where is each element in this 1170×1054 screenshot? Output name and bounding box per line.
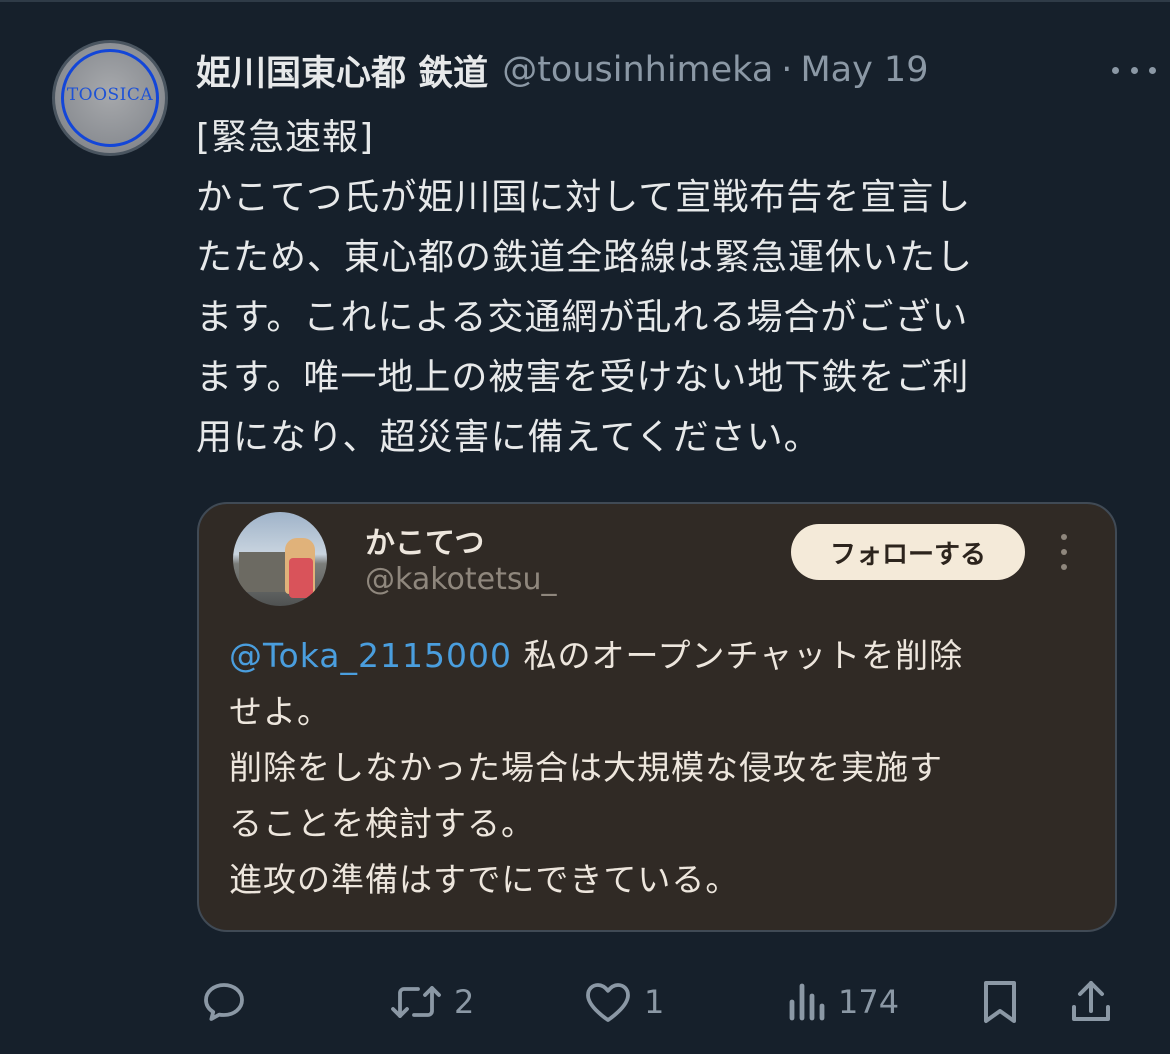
share-icon xyxy=(1072,981,1110,1021)
embedded-post-card[interactable]: かこてつ @kakotetsu_ フォローする @Toka_2115000 私の… xyxy=(197,502,1117,932)
follow-button[interactable]: フォローする xyxy=(791,524,1025,580)
tweet-text-line: ます。これによる交通網が乱れる場合がござい xyxy=(196,297,969,338)
tweet-text-line: [緊急速報] xyxy=(196,117,375,158)
retweet-icon xyxy=(391,986,441,1018)
embed-avatar[interactable] xyxy=(233,512,327,606)
tweet-text-line: かこてつ氏が姫川国に対して宣戦布告を宣言し xyxy=(196,177,972,218)
views-count: 174 xyxy=(838,983,900,1021)
tweet-text-line: たため、東心都の鉄道全路線は緊急運休いたし xyxy=(196,237,974,278)
embed-display-name[interactable]: かこてつ xyxy=(365,518,484,562)
tweet-text: [緊急速報] かこてつ氏が姫川国に対して宣戦布告を宣言し たため、東心都の鉄道全… xyxy=(196,108,1096,468)
embed-text-line: ることを検討する。 xyxy=(229,804,535,843)
bookmark-icon xyxy=(984,981,1016,1023)
embed-text-line: せよ。 xyxy=(229,692,331,731)
bookmark-button[interactable] xyxy=(978,970,1022,1034)
embed-text-line: @Toka_2115000 私のオープンチャットを削除 xyxy=(229,628,1099,684)
views-icon xyxy=(789,983,825,1021)
avatar-logo-text: TOOSICA xyxy=(66,85,154,105)
heart-icon xyxy=(586,983,630,1022)
like-button[interactable]: 1 xyxy=(582,970,664,1034)
reply-icon xyxy=(204,983,244,1021)
embed-handle[interactable]: @kakotetsu_ xyxy=(365,562,557,597)
retweet-count: 2 xyxy=(454,983,475,1021)
avatar[interactable]: TOOSICA xyxy=(52,40,168,156)
embed-more-icon[interactable] xyxy=(1061,534,1069,570)
top-divider xyxy=(0,0,1170,2)
retweet-button[interactable]: 2 xyxy=(388,970,474,1034)
tweet-header: 姫川国東心都 鉄道 @tousinhimeka · May 19 xyxy=(196,44,1156,96)
share-button[interactable] xyxy=(1068,970,1114,1034)
embed-text-rest: 私のオープンチャットを削除 xyxy=(511,636,964,675)
views-button[interactable]: 174 xyxy=(784,970,899,1034)
reply-button[interactable] xyxy=(200,970,248,1034)
display-name[interactable]: 姫川国東心都 鉄道 xyxy=(196,45,488,96)
more-options-icon[interactable] xyxy=(1112,50,1156,90)
mention-link[interactable]: @Toka_2115000 xyxy=(229,636,512,675)
like-count: 1 xyxy=(644,983,665,1021)
tweet-text-line: ます。唯一地上の被害を受けない地下鉄をご利 xyxy=(196,357,970,398)
embed-text: @Toka_2115000 私のオープンチャットを削除 せよ。 削除をしなかった… xyxy=(229,628,1099,908)
embed-text-line: 削除をしなかった場合は大規模な侵攻を実施す xyxy=(229,748,943,787)
user-handle[interactable]: @tousinhimeka xyxy=(502,50,773,90)
tweet-date[interactable]: May 19 xyxy=(800,50,928,90)
embed-text-line: 進攻の準備はすでにできている。 xyxy=(229,860,740,899)
tweet-text-line: 用になり、超災害に備えてください。 xyxy=(196,417,821,458)
separator: · xyxy=(781,50,793,90)
action-bar: 2 1 174 xyxy=(0,970,1170,1034)
